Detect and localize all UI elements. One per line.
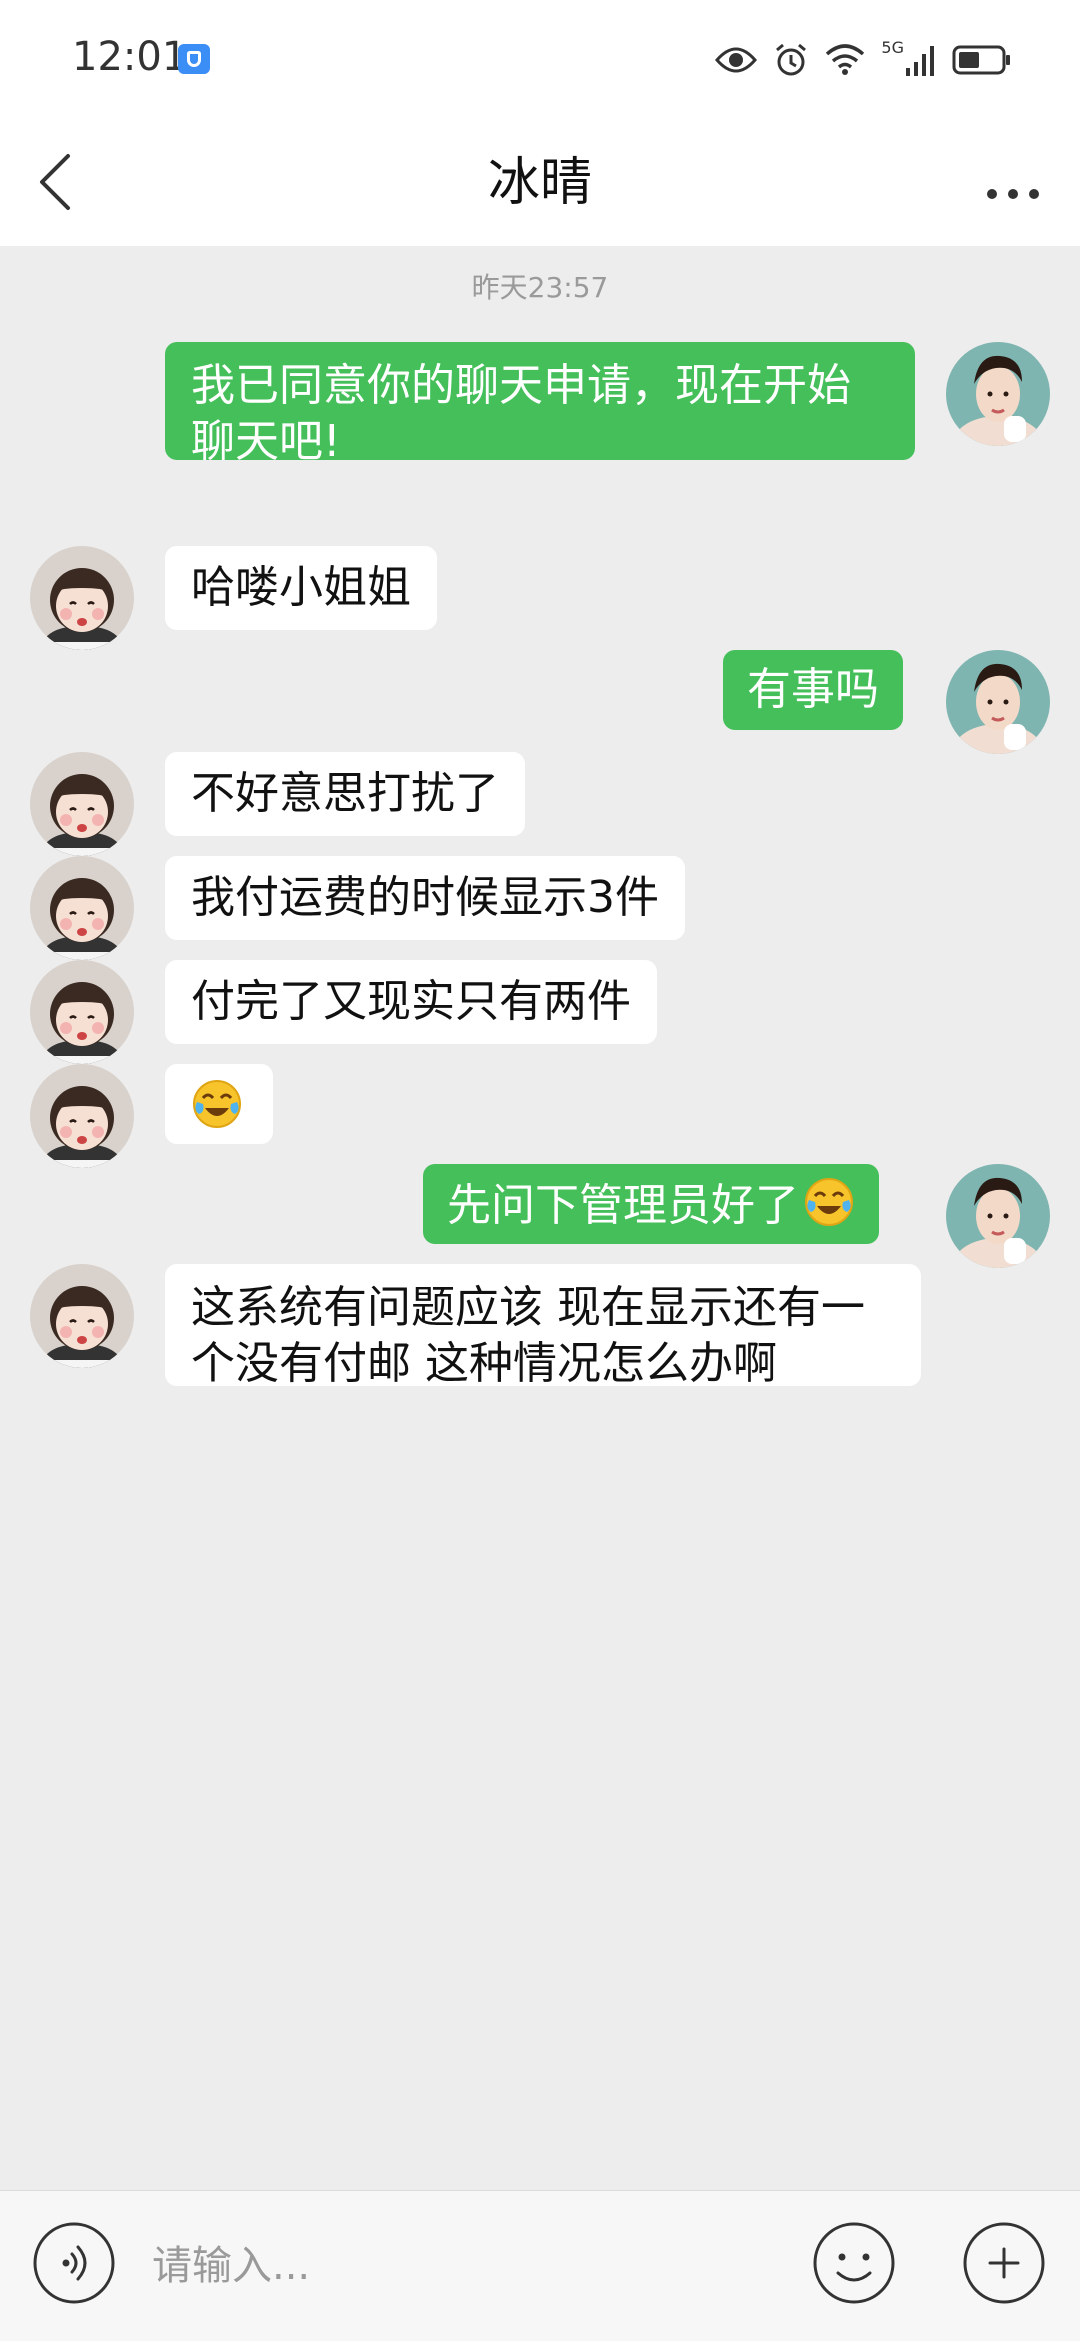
contact-message-bubble[interactable]: 不好意思打扰了	[165, 752, 525, 836]
my-avatar[interactable]	[946, 1164, 1050, 1268]
contact-avatar[interactable]	[30, 960, 134, 1064]
my-avatar[interactable]	[946, 650, 1050, 754]
contact-avatar[interactable]	[30, 1064, 134, 1168]
status-icons: 5G	[715, 38, 1012, 82]
wifi-icon	[826, 44, 865, 75]
alarm-icon	[776, 43, 807, 76]
signal-icon	[906, 46, 934, 76]
emoji-button[interactable]	[812, 2221, 896, 2305]
eye-icon	[715, 47, 758, 73]
contact-message-bubble[interactable]: 付完了又现实只有两件	[165, 960, 657, 1044]
message-input-bar	[0, 2190, 1080, 2341]
contact-message-bubble[interactable]: 我付运费的时候显示3件	[165, 856, 685, 940]
laugh-cry-emoji-icon	[192, 1079, 242, 1129]
smiley-icon	[813, 2222, 895, 2304]
contact-message-bubble[interactable]: 这系统有问题应该 现在显示还有一个没有付邮 这种情况怎么办啊	[165, 1264, 921, 1389]
message-text: 我付运费的时候显示3件	[191, 872, 659, 923]
chat-message-list[interactable]: 昨天23:57 我已同意你的聊天申请，现在开始聊天吧! 哈喽小姐姐 有事吗 不好…	[0, 246, 1080, 2190]
contact-avatar[interactable]	[30, 856, 134, 960]
message-input[interactable]	[150, 2227, 774, 2305]
my-message-bubble[interactable]: 我已同意你的聊天申请，现在开始聊天吧!	[165, 342, 915, 467]
add-button[interactable]	[962, 2221, 1046, 2305]
page-title: 冰晴	[487, 153, 592, 213]
voice-icon	[33, 2222, 115, 2304]
more-button[interactable]	[980, 142, 1050, 222]
message-text: 先问下管理员好了	[447, 1180, 799, 1231]
message-text: 哈喽小姐姐	[191, 562, 411, 613]
my-message-bubble[interactable]: 有事吗	[723, 650, 903, 730]
status-bar: 12:01 5G	[0, 0, 1080, 120]
voice-button[interactable]	[32, 2221, 116, 2305]
message-text: 这系统有问题应该 现在显示还有一个没有付邮 这种情况怎么办啊	[191, 1282, 865, 1389]
battery-icon	[952, 45, 1010, 75]
chat-header: 冰晴	[0, 120, 1080, 246]
contact-avatar[interactable]	[30, 1264, 134, 1368]
contact-message-bubble[interactable]: 哈喽小姐姐	[165, 546, 437, 630]
laugh-cry-emoji-icon	[804, 1177, 854, 1227]
app-notification-icon	[178, 44, 210, 74]
message-text: 我已同意你的聊天申请，现在开始聊天吧!	[191, 360, 851, 467]
plus-icon	[963, 2222, 1045, 2304]
contact-avatar[interactable]	[30, 752, 134, 856]
network-label: 5G	[881, 38, 904, 57]
message-text: 不好意思打扰了	[191, 768, 499, 819]
message-text: 付完了又现实只有两件	[191, 976, 631, 1027]
my-avatar[interactable]	[946, 342, 1050, 446]
my-message-bubble[interactable]: 先问下管理员好了	[423, 1164, 879, 1244]
contact-avatar[interactable]	[30, 546, 134, 650]
more-horizontal-icon	[987, 189, 1039, 199]
message-text: 有事吗	[747, 664, 879, 715]
chat-timestamp: 昨天23:57	[471, 271, 609, 304]
contact-message-bubble[interactable]	[165, 1064, 273, 1144]
status-time: 12:01	[72, 34, 188, 80]
